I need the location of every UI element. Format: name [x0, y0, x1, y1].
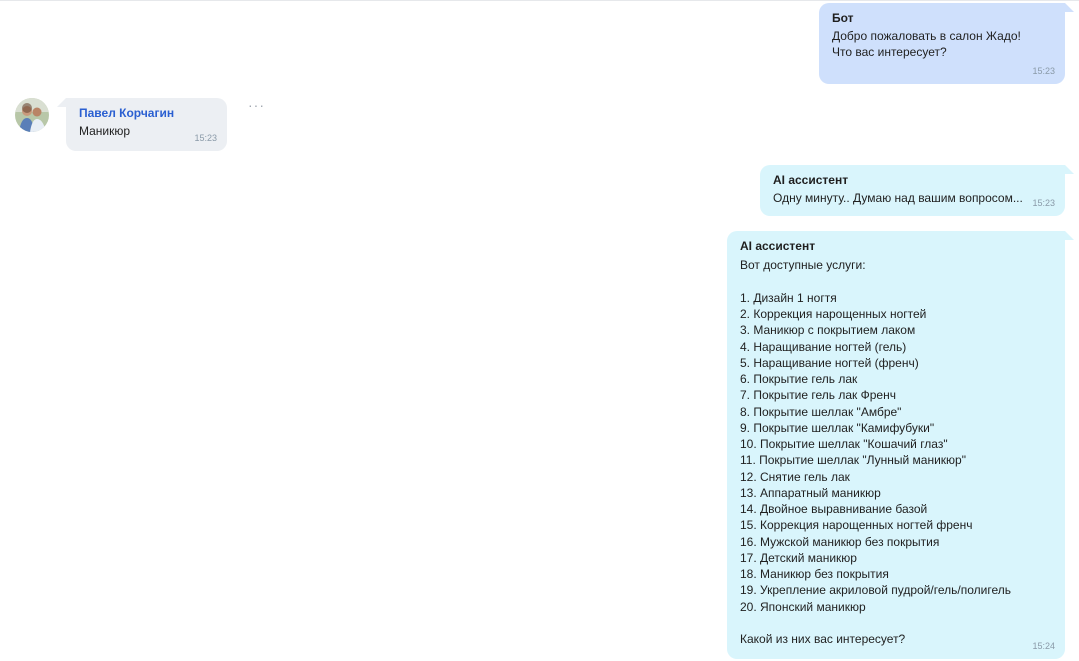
- bubble-tail: [1065, 231, 1074, 240]
- message-ai-services: AI ассистент Вот доступные услуги: 1. Ди…: [727, 231, 1065, 659]
- message-sender: AI ассистент: [740, 239, 816, 253]
- user-avatar-photo-icon: [15, 98, 49, 132]
- message-ai-thinking: AI ассистент Одну минуту.. Думаю над ваш…: [760, 165, 1065, 216]
- message-text: Вот доступные услуги: 1. Дизайн 1 ногтя …: [740, 258, 1011, 646]
- message-text: Добро пожаловать в салон Жадо! Что вас и…: [832, 29, 1021, 60]
- message-time: 15:23: [194, 132, 217, 143]
- more-dots-icon[interactable]: ···: [248, 98, 265, 112]
- message-text: Одну минуту.. Думаю над вашим вопросом..…: [773, 191, 1023, 206]
- message-time: 15:23: [1032, 65, 1055, 76]
- bubble-tail: [1065, 165, 1074, 174]
- message-sender-link[interactable]: Павел Корчагин: [79, 105, 215, 121]
- message-sender: Бот: [832, 11, 854, 25]
- bubble-tail: [1065, 3, 1074, 12]
- avatar[interactable]: [15, 98, 49, 132]
- chat-history: Бот Добро пожаловать в салон Жадо! Что в…: [0, 0, 1079, 661]
- message-user: Павел Корчагин Маникюр 15:23: [66, 98, 227, 151]
- message-time: 15:24: [1032, 640, 1055, 651]
- message-sender: AI ассистент: [773, 173, 849, 187]
- message-bot-greeting: Бот Добро пожаловать в салон Жадо! Что в…: [819, 3, 1065, 84]
- message-time: 15:23: [1032, 197, 1055, 208]
- bubble-tail: [57, 98, 66, 107]
